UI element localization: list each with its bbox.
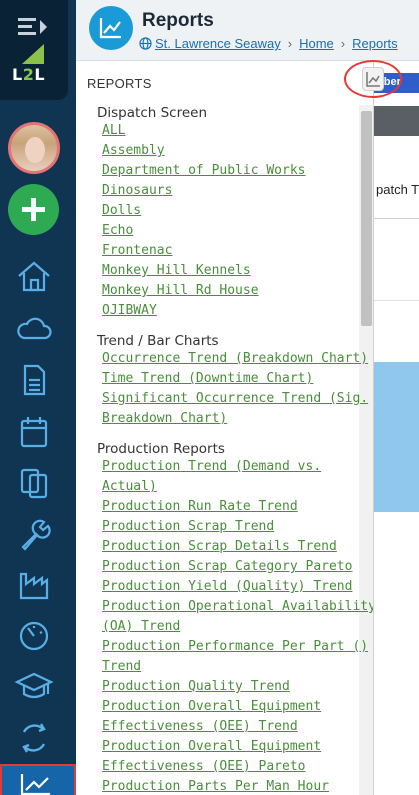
breadcrumb-separator: ›: [340, 36, 346, 51]
scrollbar-thumb[interactable]: [361, 111, 372, 326]
report-link[interactable]: Occurrence Trend (Breakdown Chart): [102, 351, 368, 366]
chart-icon: [99, 18, 121, 39]
calendar-icon[interactable]: [14, 414, 54, 450]
report-link[interactable]: Production Scrap Details Trend: [102, 539, 337, 554]
report-link[interactable]: Effectiveness (OEE) Pareto: [102, 759, 306, 774]
sidebar-item-reports[interactable]: [0, 764, 76, 795]
report-link[interactable]: Production Scrap Trend: [102, 519, 274, 534]
breadcrumb: St. Lawrence Seaway › Home › Reports: [139, 36, 398, 51]
report-link[interactable]: Dinosaurs: [102, 183, 172, 198]
background-selected-area: [374, 362, 419, 512]
report-link[interactable]: Time Trend (Downtime Chart): [102, 371, 313, 386]
section-title-production: Production Reports: [97, 441, 225, 457]
globe-icon: [139, 37, 152, 50]
report-link[interactable]: ALL: [102, 123, 125, 138]
reports-header-icon: [89, 6, 133, 50]
report-link[interactable]: Production Run Rate Trend: [102, 499, 298, 514]
logo-area: L2L: [0, 0, 68, 100]
document-icon[interactable]: [14, 362, 54, 398]
wrench-icon[interactable]: [14, 516, 54, 552]
sync-icon[interactable]: [14, 720, 54, 756]
cloud-icon[interactable]: [14, 310, 54, 346]
highlight-circle: [344, 60, 402, 98]
breadcrumb-current-link[interactable]: Reports: [352, 36, 398, 51]
report-link[interactable]: (OA) Trend: [102, 619, 180, 634]
breadcrumb-separator: ›: [287, 36, 293, 51]
background-divider: [374, 300, 419, 301]
report-link[interactable]: Production Operational Availability: [102, 599, 373, 614]
breadcrumb-home-link[interactable]: Home: [299, 36, 334, 51]
report-link[interactable]: Significant Occurrence Trend (Sig.: [102, 391, 368, 406]
report-link[interactable]: OJIBWAY: [102, 303, 157, 318]
factory-icon[interactable]: [14, 566, 54, 602]
background-divider: [374, 218, 419, 219]
report-link[interactable]: Production Parts Per Man Hour: [102, 779, 329, 794]
gauge-icon[interactable]: [14, 618, 54, 654]
section-title-dispatch: Dispatch Screen: [97, 105, 207, 121]
reports-panel: REPORTS Dispatch Screen ALL Assembly Dep…: [76, 61, 374, 795]
clipboard-icon[interactable]: [14, 464, 54, 500]
report-link[interactable]: Department of Public Works: [102, 163, 306, 178]
reports-panel-heading: REPORTS: [87, 76, 152, 91]
report-link[interactable]: Production Overall Equipment: [102, 739, 321, 754]
chart-icon: [20, 774, 50, 795]
logo-chart-icon: [22, 44, 44, 64]
home-icon[interactable]: [14, 258, 54, 294]
sidebar: L2L: [0, 0, 76, 795]
background-column-text: patch T: [376, 182, 419, 197]
report-link[interactable]: Monkey Hill Kennels: [102, 263, 251, 278]
report-link[interactable]: Frontenac: [102, 243, 172, 258]
page-title: Reports: [142, 10, 214, 31]
report-link[interactable]: Monkey Hill Rd House: [102, 283, 259, 298]
report-link[interactable]: Echo: [102, 223, 133, 238]
report-link[interactable]: Effectiveness (OEE) Trend: [102, 719, 298, 734]
report-link[interactable]: Production Yield (Quality) Trend: [102, 579, 352, 594]
graduation-cap-icon[interactable]: [14, 668, 54, 704]
report-link[interactable]: Production Performance Per Part (): [102, 639, 368, 654]
breadcrumb-site-link[interactable]: St. Lawrence Seaway: [155, 36, 281, 51]
report-link[interactable]: Assembly: [102, 143, 165, 158]
report-link[interactable]: Production Quality Trend: [102, 679, 290, 694]
report-link[interactable]: Actual): [102, 479, 157, 494]
user-avatar[interactable]: [8, 122, 60, 174]
plus-icon: [22, 198, 45, 221]
background-table-header: [374, 106, 419, 136]
page-header: Reports St. Lawrence Seaway › Home › Rep…: [76, 0, 419, 61]
report-link[interactable]: Production Scrap Category Pareto: [102, 559, 352, 574]
report-link[interactable]: Production Overall Equipment: [102, 699, 321, 714]
section-title-trend: Trend / Bar Charts: [97, 333, 219, 349]
menu-collapse-icon[interactable]: [18, 16, 48, 38]
report-link[interactable]: Trend: [102, 659, 141, 674]
add-button[interactable]: [8, 184, 59, 235]
logo-text: L2L: [12, 65, 46, 84]
report-link[interactable]: Dolls: [102, 203, 141, 218]
report-link[interactable]: Breakdown Chart): [102, 411, 227, 426]
report-link[interactable]: Production Trend (Demand vs.: [102, 459, 321, 474]
